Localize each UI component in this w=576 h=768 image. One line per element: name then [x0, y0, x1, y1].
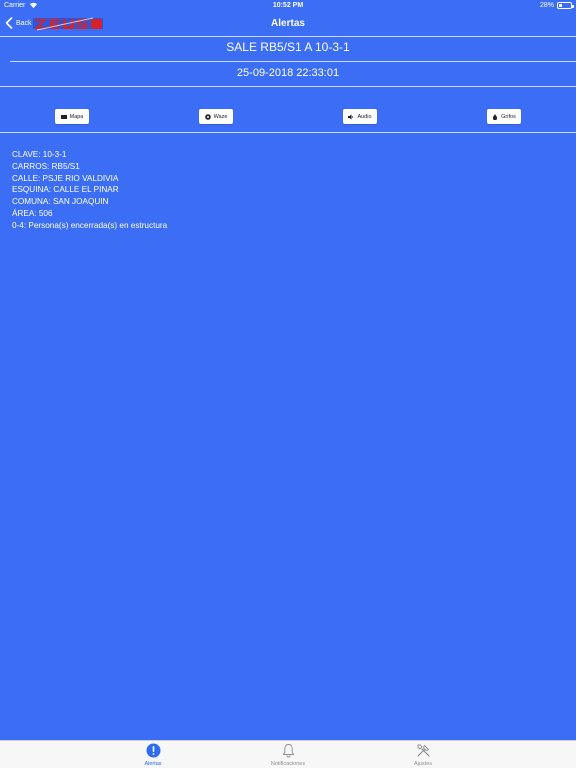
- status-bar: Carrier 10:52 PM 28%: [0, 0, 576, 12]
- grifos-button[interactable]: Grifos: [487, 109, 521, 124]
- map-button-label: Mapa: [69, 113, 84, 120]
- tools-icon: [416, 744, 430, 757]
- divider: [0, 86, 576, 87]
- battery-icon: [557, 2, 574, 9]
- water-drop-icon: [493, 113, 498, 120]
- bell-icon: [282, 744, 294, 758]
- tab-ajustes[interactable]: Ajustes: [383, 743, 463, 767]
- detail-code-description: 0-4: Persona(s) encerrada(s) en estructu…: [12, 220, 168, 230]
- tab-notificaciones-label: Notificaciones: [270, 761, 306, 767]
- detail-area: ÁREA: 506: [12, 208, 53, 218]
- alert-datetime: 25-09-2018 22:33:01: [236, 67, 340, 79]
- detail-calle: CALLE: PSJE RIO VALDIVIA: [12, 173, 119, 183]
- waze-button-label: Waze: [213, 113, 228, 120]
- battery-percent: 28%: [539, 2, 554, 9]
- status-time: 10:52 PM: [272, 2, 304, 9]
- alert-details: CLAVE: 10-3-1 CARROS: RB5/S1 CALLE: PSJE…: [12, 149, 167, 232]
- audio-button-label: Audio: [357, 113, 372, 120]
- nav-bar: Back Alertas: [0, 12, 576, 36]
- divider: [0, 132, 576, 133]
- tab-bar: Alertas Notificaciones Ajustes: [0, 740, 576, 768]
- detail-esquina: ESQUINA: CALLE EL PINAR: [12, 185, 119, 195]
- detail-comuna: COMUNA: SAN JOAQUIN: [12, 197, 109, 207]
- detail-carros: CARROS: RB5/S1: [12, 161, 80, 171]
- tab-notificaciones[interactable]: Notificaciones: [248, 743, 328, 767]
- divider: [10, 61, 576, 62]
- alert-title: SALE RB5/S1 A 10-3-1: [226, 40, 350, 54]
- waze-button[interactable]: Waze: [199, 109, 233, 124]
- exclamation-circle-icon: [146, 743, 160, 758]
- divider: [0, 36, 576, 37]
- map-button[interactable]: Mapa: [55, 109, 89, 124]
- grifos-button-label: Grifos: [501, 113, 516, 120]
- detail-clave: CLAVE: 10-3-1: [12, 150, 67, 159]
- map-icon: [60, 114, 67, 119]
- speaker-icon: [348, 114, 354, 119]
- tab-alertas-label: Alertas: [144, 761, 162, 767]
- tab-alertas[interactable]: Alertas: [113, 743, 193, 767]
- waze-icon: [204, 113, 211, 120]
- tab-ajustes-label: Ajustes: [413, 761, 433, 767]
- audio-button[interactable]: Audio: [343, 109, 377, 124]
- page-title: Alertas: [271, 18, 305, 29]
